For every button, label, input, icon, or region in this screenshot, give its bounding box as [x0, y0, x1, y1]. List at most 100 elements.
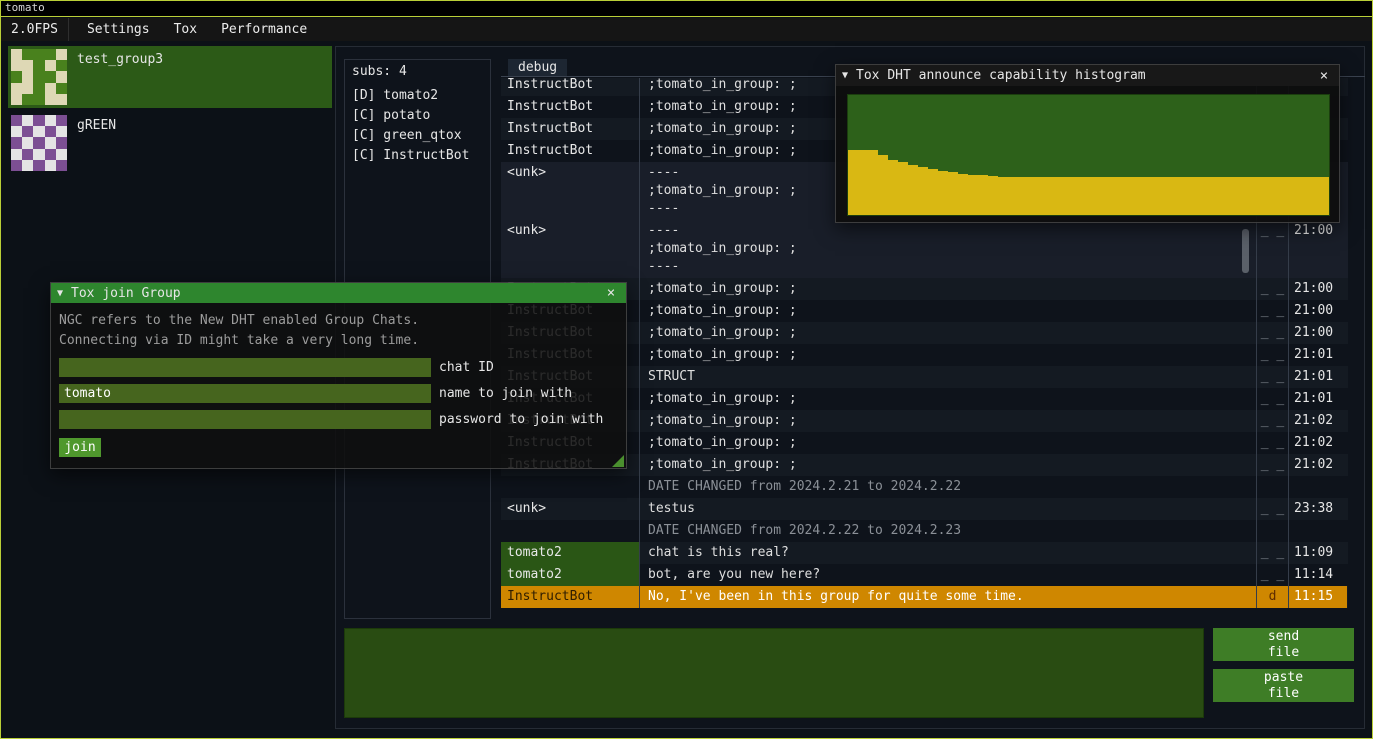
chat-row-message: testus	[639, 498, 1256, 520]
chat-id-input[interactable]	[59, 358, 431, 377]
histogram-bar	[1108, 177, 1118, 215]
histogram-plot	[847, 94, 1330, 216]
chat-row-flags: _ _	[1256, 542, 1288, 564]
histogram-bar	[1028, 177, 1038, 215]
chat-row-time: 21:02	[1288, 410, 1347, 432]
member-item[interactable]: [C] green_qtox	[345, 126, 490, 146]
chat-row-message: DATE CHANGED from 2024.2.22 to 2024.2.23	[639, 520, 1256, 542]
close-icon[interactable]: ×	[1315, 68, 1333, 84]
chat-row-message: ;tomato_in_group: ;	[639, 322, 1256, 344]
close-icon[interactable]: ×	[602, 285, 620, 301]
chat-row[interactable]: InstructBot;tomato_in_group: ;_ _21:02	[501, 454, 1348, 476]
histogram-bar	[1048, 177, 1058, 215]
histogram-bar	[1169, 177, 1179, 215]
histogram-bar	[1319, 177, 1329, 215]
histogram-bar	[1299, 177, 1309, 215]
histogram-bar	[1279, 177, 1289, 215]
member-item[interactable]: [C] InstructBot	[345, 146, 490, 166]
group-row-test_group3[interactable]: test_group3	[8, 46, 332, 108]
chat-row-message: bot, are you new here?	[639, 564, 1256, 586]
join-button[interactable]: join	[59, 438, 101, 457]
chat-row[interactable]: InstructBotNo, I've been in this group f…	[501, 586, 1348, 608]
chat-row-time	[1288, 520, 1347, 542]
chat-row[interactable]: <unk>---- ;tomato_in_group: ; ----_ _21:…	[501, 220, 1348, 278]
chat-row[interactable]: tomato2chat is this real?_ _11:09	[501, 542, 1348, 564]
chat-row-message: ;tomato_in_group: ;	[639, 344, 1256, 366]
chat-row-name: InstructBot	[501, 118, 639, 140]
join-fields: chat IDtomatoname to join withpassword t…	[59, 358, 618, 429]
join-dialog-body: NGC refers to the New DHT enabled Group …	[51, 303, 626, 469]
chat-row-message: ;tomato_in_group: ;	[639, 388, 1256, 410]
chat-row[interactable]: DATE CHANGED from 2024.2.21 to 2024.2.22	[501, 476, 1348, 498]
histogram-dialog-titlebar[interactable]: ▼ Tox DHT announce capability histogram …	[836, 65, 1339, 86]
menu-item-performance[interactable]: Performance	[209, 18, 319, 41]
histogram-bar	[1189, 177, 1199, 215]
group-avatar	[11, 115, 67, 171]
histogram-bar	[918, 167, 928, 215]
chat-row-message: chat is this real?	[639, 542, 1256, 564]
paste-file-button[interactable]: paste file	[1213, 669, 1354, 702]
chat-row-time: 23:38	[1288, 498, 1347, 520]
chat-row-time: 21:00	[1288, 278, 1347, 300]
join-password-label: password to join with	[439, 410, 603, 429]
chat-row-message: ;tomato_in_group: ;	[639, 300, 1256, 322]
collapse-arrow-icon[interactable]: ▼	[842, 70, 848, 81]
chat-row[interactable]: InstructBotSTRUCT_ _21:01	[501, 366, 1348, 388]
histogram-bar	[968, 175, 978, 215]
chat-row-time: 21:00	[1288, 220, 1347, 278]
resize-grip-icon[interactable]	[612, 455, 624, 467]
chat-row-name: tomato2	[501, 542, 639, 564]
menubar: 2.0FPS SettingsToxPerformance	[1, 18, 1372, 41]
histogram-bar	[898, 162, 908, 215]
join-info-line-2: Connecting via ID might take a very long…	[59, 331, 618, 351]
group-name: test_group3	[77, 52, 163, 67]
member-item[interactable]: [D] tomato2	[345, 86, 490, 106]
chat-row[interactable]: InstructBot;tomato_in_group: ;_ _21:02	[501, 410, 1348, 432]
chat-row-name: <unk>	[501, 498, 639, 520]
menu-item-tox[interactable]: Tox	[162, 18, 209, 41]
collapse-arrow-icon[interactable]: ▼	[57, 288, 63, 299]
chat-row[interactable]: InstructBot;tomato_in_group: ;_ _21:01	[501, 388, 1348, 410]
chat-row-flags: _ _	[1256, 564, 1288, 586]
histogram-bar	[878, 155, 888, 215]
chat-row[interactable]: InstructBot;tomato_in_group: ;_ _21:00	[501, 322, 1348, 344]
chat-row[interactable]: DATE CHANGED from 2024.2.22 to 2024.2.23	[501, 520, 1348, 542]
histogram-bar	[998, 177, 1008, 215]
chat-row-flags	[1256, 476, 1288, 498]
histogram-bar	[928, 169, 938, 215]
chat-row[interactable]: tomato2bot, are you new here?_ _11:14	[501, 564, 1348, 586]
chat-row[interactable]: <unk>testus_ _23:38	[501, 498, 1348, 520]
join-dialog-titlebar[interactable]: ▼ Tox join Group ×	[51, 283, 626, 303]
chat-row-name: InstructBot	[501, 78, 639, 96]
tab-debug[interactable]: debug	[508, 59, 567, 76]
chat-row-name: InstructBot	[501, 140, 639, 162]
histogram-bar	[908, 165, 918, 215]
join-password-input[interactable]	[59, 410, 431, 429]
send-file-button[interactable]: send file	[1213, 628, 1354, 661]
group-avatar	[11, 49, 67, 105]
chat-row-message: STRUCT	[639, 366, 1256, 388]
chat-scrollbar[interactable]	[1242, 229, 1249, 273]
chat-row[interactable]: InstructBot;tomato_in_group: ;_ _21:01	[501, 344, 1348, 366]
message-input[interactable]	[344, 628, 1204, 718]
chat-row-message: ;tomato_in_group: ;	[639, 454, 1256, 476]
menu-item-settings[interactable]: Settings	[75, 18, 162, 41]
chat-row-message: No, I've been in this group for quite so…	[639, 586, 1256, 608]
chat-row-name: tomato2	[501, 564, 639, 586]
member-item[interactable]: [C] potato	[345, 106, 490, 126]
window-titlebar: tomato	[0, 0, 1373, 17]
histogram-bar	[848, 150, 858, 215]
chat-row-time: 21:01	[1288, 366, 1347, 388]
chat-row-time: 21:01	[1288, 344, 1347, 366]
chat-row[interactable]: InstructBot;tomato_in_group: ;_ _21:00	[501, 278, 1348, 300]
chat-row-flags	[1256, 520, 1288, 542]
menubar-items: SettingsToxPerformance	[75, 18, 319, 41]
join-name-input[interactable]: tomato	[59, 384, 431, 403]
histogram-bar	[888, 160, 898, 215]
chat-row[interactable]: InstructBot;tomato_in_group: ;_ _21:02	[501, 432, 1348, 454]
chat-row-name	[501, 520, 639, 542]
chat-row[interactable]: InstructBot;tomato_in_group: ;_ _21:00	[501, 300, 1348, 322]
group-row-gREEN[interactable]: gREEN	[8, 112, 332, 174]
chat-row-time: 21:02	[1288, 454, 1347, 476]
chat-row-name: <unk>	[501, 220, 639, 278]
